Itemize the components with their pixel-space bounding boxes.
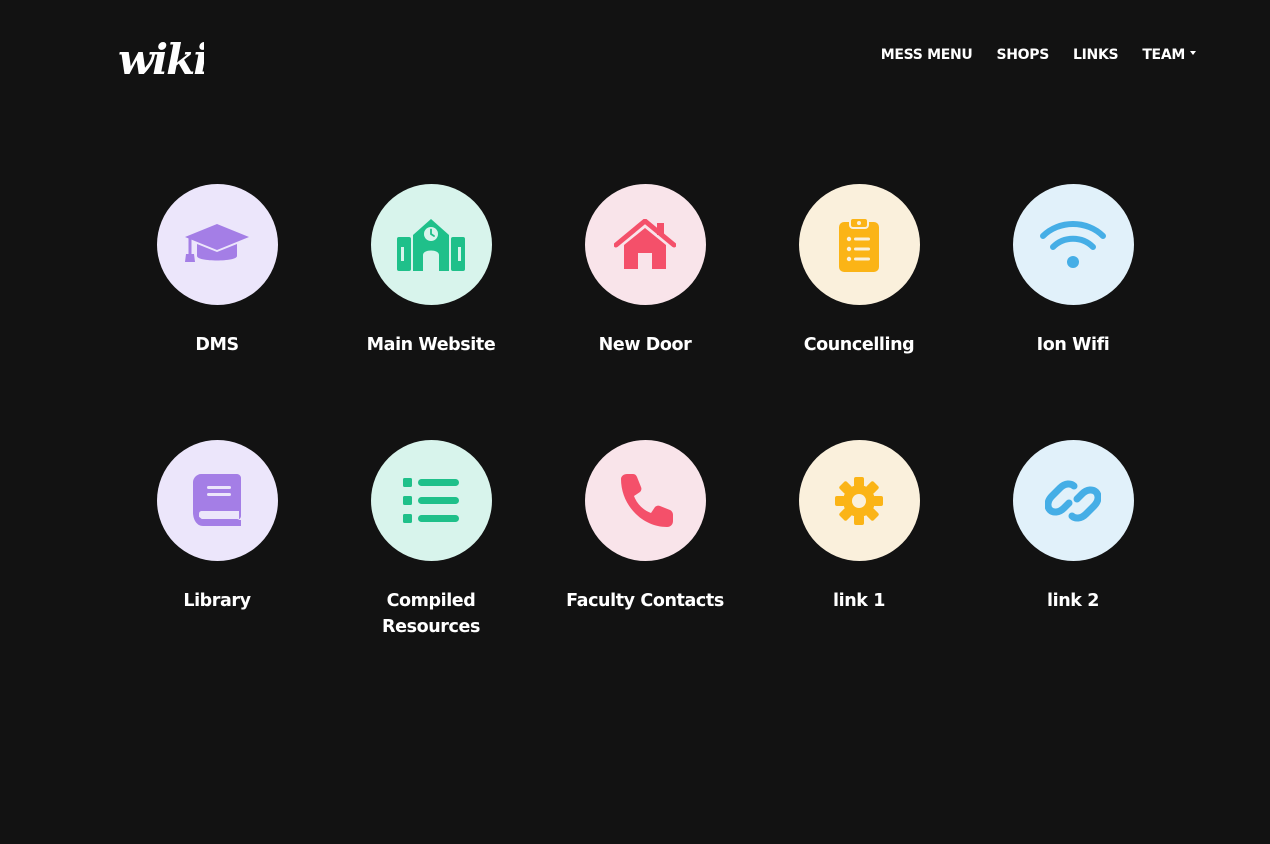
tile-library-circle [156,440,278,561]
tile-ion-wifi-label: Ion Wifi [1036,335,1110,355]
tile-link-1-circle [798,440,920,561]
nav-links-label: LINKS [1073,47,1119,63]
tile-link-2[interactable]: link 2 [973,440,1173,614]
school-building-icon [397,218,465,271]
tile-link-2-label: link 2 [1047,591,1099,611]
tile-main-website-label: Main Website [366,335,496,355]
nav-team-label: TEAM [1142,47,1185,63]
tile-compiled-resources-circle [370,440,492,561]
tile-compiled-resources[interactable]: Compiled Resources [331,440,531,640]
nav-team-dropdown[interactable]: TEAM [1142,46,1196,64]
tile-library[interactable]: Library [117,440,317,614]
tile-link-1-label: link 1 [833,591,885,611]
tile-councelling-label: Councelling [803,335,915,355]
list-icon [403,477,459,523]
tile-ion-wifi-circle [1012,184,1134,305]
tile-new-door[interactable]: New Door [545,184,745,358]
wiki-logo-mark: wiki [118,35,204,82]
phone-icon [621,473,673,527]
nav-mess-menu[interactable]: MESS MENU [881,46,973,64]
tile-link-1[interactable]: link 1 [759,440,959,614]
nav-links[interactable]: LINKS [1073,46,1119,64]
tile-main-website[interactable]: Main Website [331,184,531,358]
tile-dms[interactable]: DMS [117,184,317,358]
tile-faculty-contacts-label: Faculty Contacts [566,591,724,611]
caret-down-icon [1190,51,1196,55]
house-icon [614,218,676,269]
tile-faculty-contacts-circle [584,440,706,561]
tile-main-website-circle [370,184,492,305]
link-icon [1045,479,1101,522]
svg-text:wiki: wiki [118,35,204,82]
tile-new-door-label: New Door [598,335,692,355]
gear-icon [835,476,883,525]
tile-ion-wifi[interactable]: Ion Wifi [973,184,1173,358]
graduation-cap-icon [185,223,249,262]
book-icon [193,473,241,526]
tile-dms-label: DMS [195,335,239,355]
tile-new-door-circle [584,184,706,305]
nav-mess-menu-label: MESS MENU [880,47,973,63]
top-nav: MESS MENU SHOPS LINKS TEAM [881,46,1196,64]
nav-shops[interactable]: SHOPS [996,46,1049,64]
tile-councelling-circle [798,184,920,305]
tile-library-label: Library [183,591,251,611]
clipboard-list-icon [839,216,879,272]
tile-councelling[interactable]: Councelling [759,184,959,358]
wifi-icon [1040,220,1106,268]
tile-compiled-resources-label: Compiled Resources [382,591,480,637]
tile-faculty-contacts[interactable]: Faculty Contacts [545,440,745,614]
wiki-logo[interactable]: wiki [118,30,204,82]
tile-link-2-circle [1012,440,1134,561]
tile-dms-circle [156,184,278,305]
page: wiki MESS MENU SHOPS LINKS TEAM DMS Main… [0,0,1270,844]
nav-shops-label: SHOPS [996,47,1050,63]
